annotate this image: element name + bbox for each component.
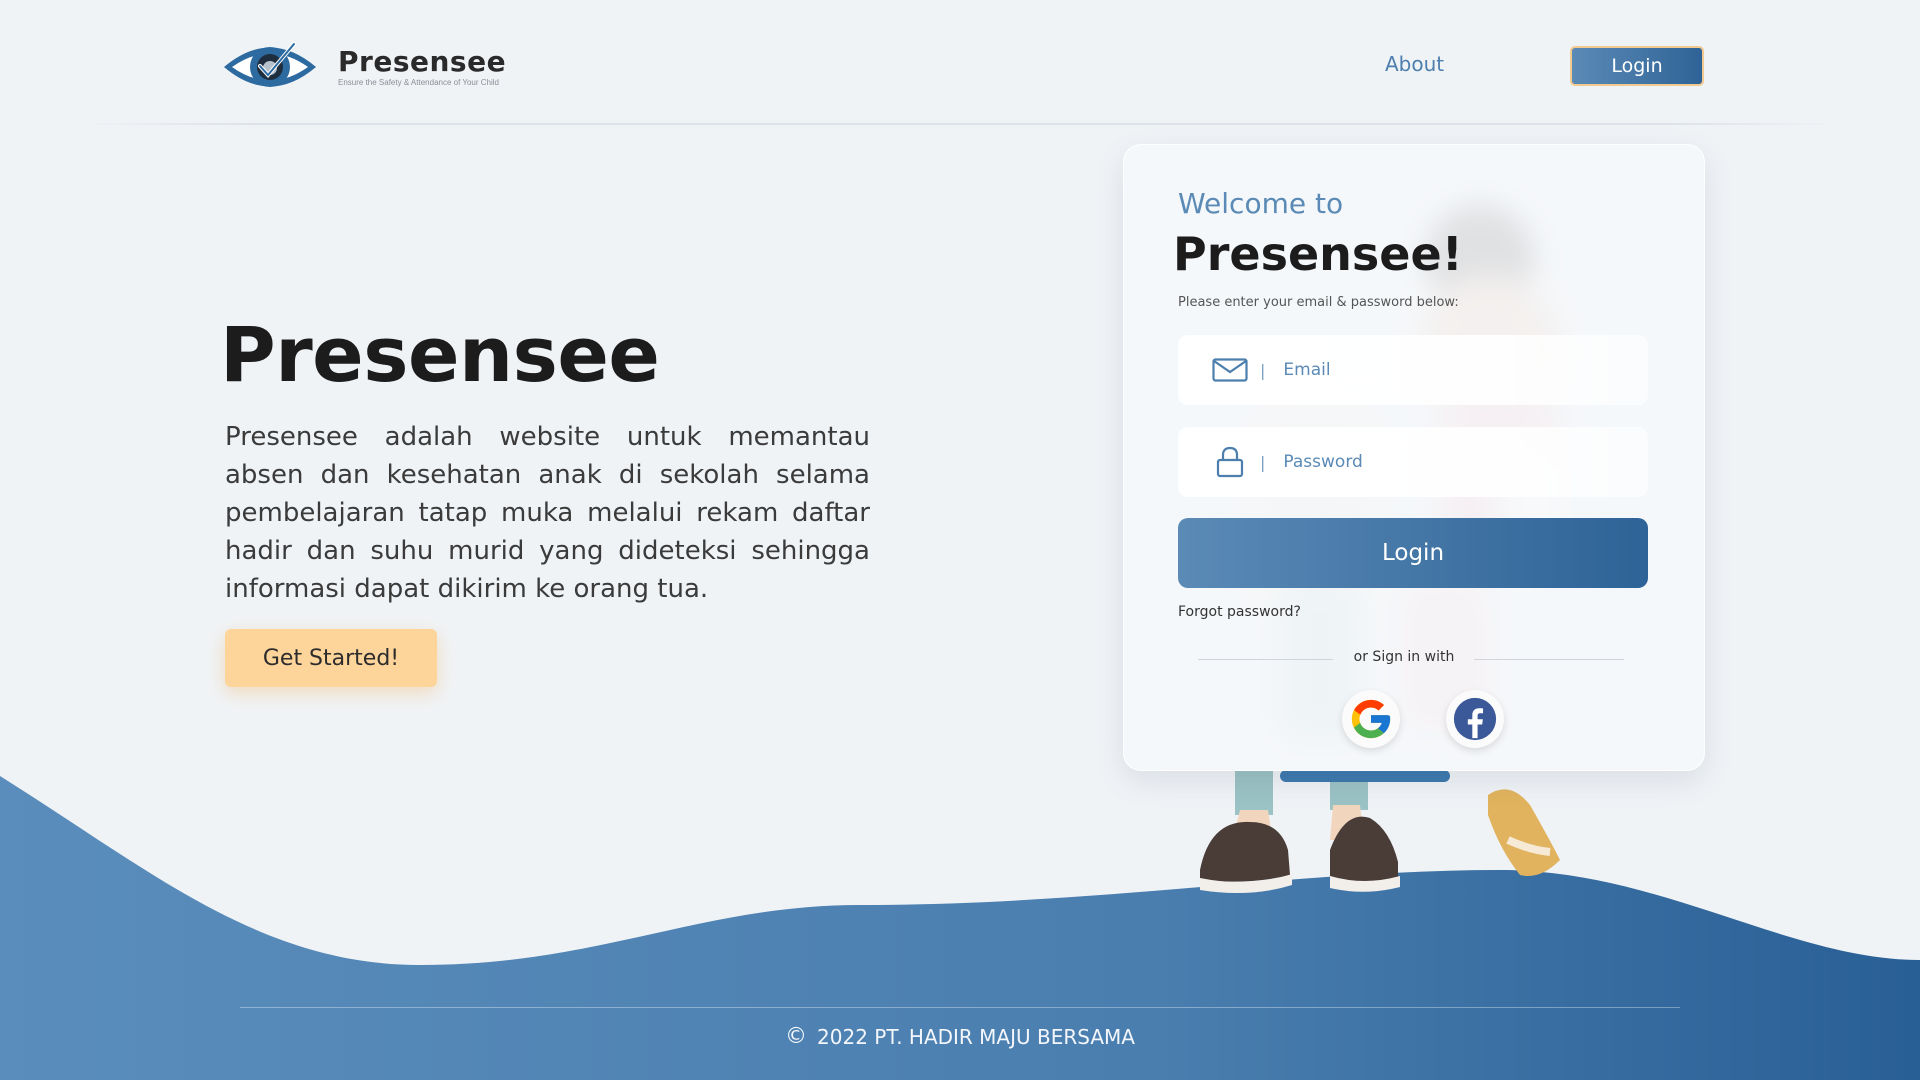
eye-logo-icon [224,42,316,87]
forgot-password-link[interactable]: Forgot password? [1178,604,1301,620]
email-field[interactable]: | [1178,335,1648,405]
email-input[interactable] [1283,360,1584,380]
login-card: Welcome to Presensee! Please enter your … [1123,144,1705,771]
footer-copyright-text: 2022 PT. HADIR MAJU BERSAMA [817,1024,1135,1049]
nav-login-button[interactable]: Login [1570,46,1704,86]
header-divider [80,123,1840,125]
card-brand-title: Presensee! [1173,227,1463,281]
brand-name: Presensee [338,45,507,78]
footer-divider [240,1007,1680,1008]
field-separator: | [1260,452,1266,472]
facebook-icon [1453,697,1497,741]
facebook-sign-in-button[interactable] [1446,690,1504,748]
brand-tagline: Ensure the Safety & Attendance of Your C… [338,78,499,87]
copyright-icon: © [785,1024,808,1049]
password-field[interactable]: | [1178,427,1648,497]
google-sign-in-button[interactable] [1342,690,1400,748]
password-input[interactable] [1283,452,1584,472]
mail-icon [1210,350,1250,390]
footer: © 2022 PT. HADIR MAJU BERSAMA [0,1024,1920,1049]
hero-description: Presensee adalah website untuk memantau … [225,422,870,604]
field-separator: | [1260,360,1266,380]
hero-title: Presensee [220,310,660,399]
divider-line [1198,659,1333,660]
get-started-button[interactable]: Get Started! [225,629,437,687]
welcome-text: Welcome to [1178,187,1344,220]
login-submit-button[interactable]: Login [1178,518,1648,588]
or-sign-in-with-text: or Sign in with [1353,649,1455,665]
login-instruction: Please enter your email & password below… [1178,295,1459,310]
google-icon [1351,699,1391,739]
logo[interactable]: Presensee Ensure the Safety & Attendance… [222,38,506,96]
lock-icon [1210,442,1250,482]
header: Presensee Ensure the Safety & Attendance… [0,0,1920,124]
nav-about-link[interactable]: About [1385,52,1444,76]
divider-line [1474,659,1624,660]
